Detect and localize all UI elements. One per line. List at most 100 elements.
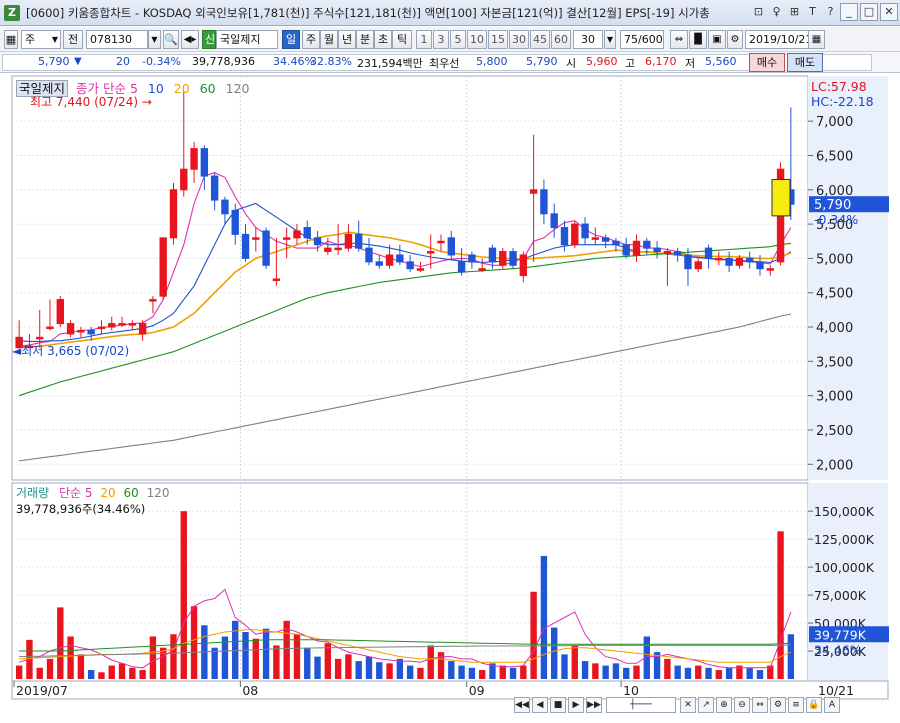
link-icon[interactable]: ⊞ bbox=[787, 4, 802, 20]
text-size-icon[interactable]: A bbox=[824, 697, 840, 713]
volume-tick-label: 150,000K bbox=[814, 504, 875, 519]
scroll-last-icon[interactable]: ▶▶ bbox=[586, 697, 602, 713]
count-display[interactable]: 75/600 bbox=[620, 30, 664, 49]
interval-3[interactable]: 3 bbox=[433, 30, 449, 49]
volume-bar bbox=[499, 665, 506, 679]
zoom-icon[interactable]: ⇔ bbox=[670, 30, 688, 49]
timeframe-second[interactable]: 초 bbox=[374, 30, 392, 49]
stock-code-input[interactable]: 078130 bbox=[86, 30, 148, 49]
current-price-label: 5,790 bbox=[814, 198, 851, 213]
speaker-icon[interactable]: ◀▸ bbox=[181, 30, 199, 49]
chart-area[interactable]: 7,000 6,500 6,000 5,500 5,000 4,500 4,000 3,500… bbox=[0, 74, 900, 723]
timeframe-month[interactable]: 월 bbox=[320, 30, 338, 49]
window-controls: _ □ ✕ bbox=[840, 3, 898, 21]
zoom-slider-track[interactable]: ┼─── bbox=[606, 697, 676, 713]
scroll-prev-icon[interactable]: ◀ bbox=[532, 697, 548, 713]
candle-body bbox=[529, 189, 538, 194]
candle-body bbox=[396, 254, 404, 263]
volume-bar bbox=[633, 665, 640, 679]
stock-name-field[interactable]: 국일제지 bbox=[216, 30, 278, 49]
gear-icon[interactable]: ⚙ bbox=[770, 697, 786, 713]
candle-body bbox=[612, 240, 620, 246]
timeframe-day[interactable]: 일 bbox=[282, 30, 300, 49]
period-select[interactable]: 주 ▼ bbox=[21, 30, 61, 49]
volume-bar bbox=[376, 662, 383, 679]
candle-body bbox=[149, 299, 157, 302]
volume-bar bbox=[448, 661, 455, 679]
search-icon[interactable]: 🔍 bbox=[163, 30, 179, 49]
config-icon[interactable]: ≡ bbox=[788, 697, 804, 713]
interval-15[interactable]: 15 bbox=[488, 30, 508, 49]
interval-1[interactable]: 1 bbox=[416, 30, 432, 49]
volume-legend: 거래량 단순 5 20 60 120 bbox=[16, 484, 169, 501]
settings-icon[interactable]: ⚙ bbox=[727, 30, 743, 49]
arrow-icon[interactable]: ↗ bbox=[698, 697, 714, 713]
cross-icon[interactable]: ✕ bbox=[680, 697, 696, 713]
timeframe-minute[interactable]: 분 bbox=[356, 30, 374, 49]
interval-30[interactable]: 30 bbox=[509, 30, 529, 49]
sell-button[interactable]: 매도 bbox=[787, 53, 823, 72]
candle-body bbox=[262, 230, 270, 266]
volume-bar bbox=[98, 672, 105, 679]
candle-body bbox=[180, 168, 188, 191]
stop-icon[interactable]: ■ bbox=[550, 697, 566, 713]
volume-bar bbox=[221, 636, 229, 679]
volume-legend-label: 거래량 bbox=[16, 486, 50, 500]
volume-bar bbox=[232, 620, 239, 679]
grid-icon[interactable]: ▦ bbox=[4, 30, 18, 49]
chart-type-icon[interactable]: ▐▌ bbox=[689, 30, 707, 49]
chart-tools: ✕ ↗ ⊕ ⊖ ⇔ ⚙ ≡ 🔒 A bbox=[680, 697, 840, 717]
help-icon[interactable]: ? bbox=[823, 4, 838, 20]
zoom-in-icon[interactable]: ⊕ bbox=[716, 697, 732, 713]
interval-dropdown-icon[interactable]: ▼ bbox=[604, 30, 616, 49]
candle-body bbox=[591, 237, 600, 240]
interval-input[interactable]: 30 bbox=[573, 30, 603, 49]
interval-10[interactable]: 10 bbox=[467, 30, 487, 49]
volume-bar bbox=[571, 645, 578, 679]
chart-svg[interactable]: 7,0006,5006,0005,5005,0004,5004,0003,500… bbox=[0, 74, 900, 723]
volume-bar bbox=[334, 658, 342, 679]
candle-body bbox=[66, 323, 75, 335]
timeframe-week[interactable]: 주 bbox=[302, 30, 320, 49]
volume-bar bbox=[304, 647, 311, 679]
code-dropdown-icon[interactable]: ▼ bbox=[148, 30, 161, 49]
volume-bar bbox=[108, 665, 115, 679]
high-annotation: 최고 7,440 (07/24) → bbox=[30, 93, 152, 110]
interval-5[interactable]: 5 bbox=[450, 30, 466, 49]
minimize-button[interactable]: _ bbox=[840, 3, 858, 21]
zoom-out-icon[interactable]: ⊖ bbox=[734, 697, 750, 713]
low-annotation: ◄최저 3,665 (07/02) bbox=[12, 342, 129, 359]
lock-icon[interactable]: 🔒 bbox=[806, 697, 822, 713]
price-tick-label: 2,500 bbox=[816, 424, 853, 439]
timeframe-tick[interactable]: 틱 bbox=[392, 30, 412, 49]
volume-bar bbox=[160, 647, 167, 679]
prev-button[interactable]: 전 bbox=[63, 30, 83, 49]
interval-45[interactable]: 45 bbox=[530, 30, 550, 49]
candle-body bbox=[673, 251, 682, 256]
vol-ma-legend-label: 단순 bbox=[58, 486, 82, 500]
down-arrow-icon: ▼ bbox=[74, 56, 82, 67]
interval-60[interactable]: 60 bbox=[551, 30, 571, 49]
price-tick-label: 4,500 bbox=[816, 287, 853, 302]
font-icon[interactable]: T bbox=[805, 4, 820, 20]
candle-body bbox=[571, 223, 579, 246]
pin-icon[interactable]: ♀ bbox=[769, 4, 784, 20]
scroll-next-icon[interactable]: ▶ bbox=[568, 697, 584, 713]
buy-button[interactable]: 매수 bbox=[749, 53, 785, 72]
volume-bar bbox=[612, 663, 620, 679]
amount-value: 231,594백만 bbox=[357, 57, 423, 70]
save-icon[interactable]: ▣ bbox=[708, 30, 726, 49]
candle-body bbox=[303, 227, 311, 239]
screen-icon[interactable]: ⊡ bbox=[751, 4, 766, 20]
calendar-icon[interactable]: ▦ bbox=[808, 30, 825, 49]
wide-icon[interactable]: ⇔ bbox=[752, 697, 768, 713]
zoom-slider[interactable]: ┼─── bbox=[606, 697, 676, 717]
scroll-first-icon[interactable]: ◀◀ bbox=[514, 697, 530, 713]
volume-bar bbox=[406, 665, 414, 679]
close-button[interactable]: ✕ bbox=[880, 3, 898, 21]
price-tick-label: 7,000 bbox=[816, 115, 853, 130]
maximize-button[interactable]: □ bbox=[860, 3, 878, 21]
candle-body bbox=[159, 237, 167, 297]
timeframe-year[interactable]: 년 bbox=[338, 30, 356, 49]
volume-ratio: 34.46% bbox=[273, 55, 315, 68]
